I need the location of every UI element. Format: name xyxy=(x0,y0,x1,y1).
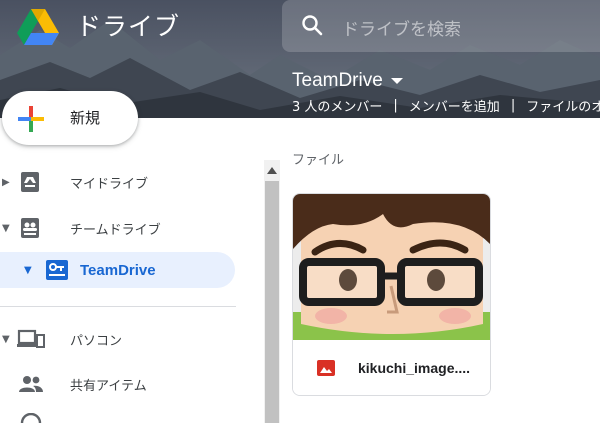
new-button-label: 新規 xyxy=(70,109,101,127)
file-footer: kikuchi_image.... xyxy=(293,340,490,395)
search-box[interactable]: ドライブを検索 xyxy=(282,0,600,52)
drive-logo-icon xyxy=(17,9,59,45)
collapse-arrow-icon[interactable]: ▼ xyxy=(24,265,32,276)
dropdown-arrow-icon xyxy=(390,78,403,84)
sidebar-item-team-drives[interactable]: ▼ チームドライブ xyxy=(0,210,235,246)
face-illustration xyxy=(293,194,490,340)
team-drives-icon xyxy=(21,218,39,238)
file-organization-link[interactable]: ファイルのオー xyxy=(526,96,600,115)
file-card[interactable]: kikuchi_image.... xyxy=(292,193,491,396)
sidebar-item-label: マイドライブ xyxy=(70,176,149,192)
sidebar-item-label: TeamDrive xyxy=(80,261,156,279)
sidebar-item-label: 共有アイテム xyxy=(70,378,147,394)
computer-icon xyxy=(17,329,45,348)
drive-app: ドライブ ドライブを検索 TeamDrive 3 人のメンバー | メンバーを追… xyxy=(0,0,600,423)
app-title: ドライブ xyxy=(76,12,181,41)
team-drive-menu[interactable]: TeamDrive xyxy=(292,70,403,92)
shared-icon xyxy=(19,376,43,392)
search-input[interactable]: ドライブを検索 xyxy=(342,15,461,40)
image-file-icon xyxy=(317,360,335,376)
drive-icon xyxy=(21,172,39,192)
sidebar-item-label: チームドライブ xyxy=(70,222,161,238)
sidebar-item-shared[interactable]: 共有アイテム xyxy=(0,366,235,402)
team-drive-info: 3 人のメンバー | メンバーを追加 | ファイルのオー xyxy=(292,96,600,115)
sidebar-item-computers[interactable]: ▼ パソコン xyxy=(0,321,235,357)
collapse-arrow-icon[interactable]: ▼ xyxy=(2,334,10,345)
separator: | xyxy=(393,98,398,113)
recent-icon xyxy=(20,413,42,423)
separator: | xyxy=(510,98,516,113)
sidebar-item-my-drive[interactable]: ▶ マイドライブ xyxy=(0,164,235,200)
file-thumbnail xyxy=(293,194,490,340)
chevron-up-icon xyxy=(267,166,277,174)
scroll-up-button[interactable] xyxy=(264,160,280,180)
files-section-label: ファイル xyxy=(292,153,345,168)
plus-icon xyxy=(18,106,44,132)
scrollbar-thumb[interactable] xyxy=(265,181,279,423)
sidebar-divider xyxy=(0,306,236,307)
search-icon[interactable] xyxy=(300,13,324,37)
drive-logo[interactable] xyxy=(16,8,60,46)
expand-arrow-icon[interactable]: ▶ xyxy=(2,177,10,188)
team-drive-icon xyxy=(46,260,68,280)
sidebar-item-teamdrive[interactable]: ▼ TeamDrive xyxy=(0,252,235,288)
members-link[interactable]: 3 人のメンバー xyxy=(292,96,382,115)
collapse-arrow-icon[interactable]: ▼ xyxy=(2,223,10,234)
team-drive-title: TeamDrive xyxy=(292,70,383,91)
add-members-link[interactable]: メンバーを追加 xyxy=(409,96,500,115)
new-button[interactable]: 新規 xyxy=(2,91,138,145)
sidebar-item-label: パソコン xyxy=(70,333,123,349)
file-name: kikuchi_image.... xyxy=(358,360,471,376)
